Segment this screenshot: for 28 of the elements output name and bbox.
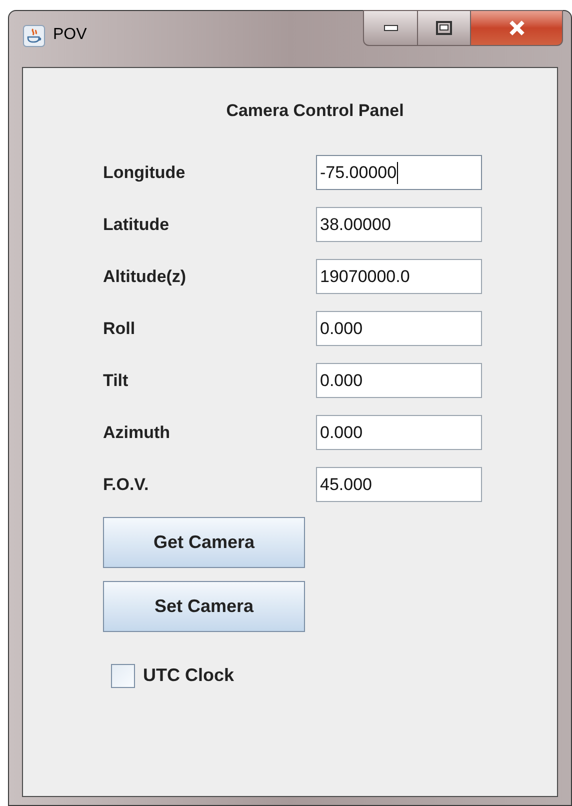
- panel-title: Camera Control Panel: [226, 100, 404, 122]
- text-cursor: [396, 162, 398, 184]
- minimize-button[interactable]: [363, 10, 418, 46]
- close-icon: [508, 20, 526, 36]
- field-label: Longitude: [103, 162, 186, 184]
- field-label: Roll: [103, 318, 136, 340]
- field-label: F.O.V.: [103, 474, 150, 496]
- camera-button[interactable]: Get Camera: [103, 517, 305, 568]
- input-field[interactable]: 38.00000: [316, 207, 482, 242]
- field-label: Azimuth: [103, 422, 172, 444]
- window-title: POV: [53, 27, 87, 43]
- maximize-button[interactable]: [418, 10, 471, 46]
- maximize-icon: [436, 21, 452, 35]
- close-button[interactable]: [471, 10, 563, 46]
- field-label: Altitude(z): [103, 266, 188, 288]
- checkbox-label: UTC Clock: [143, 664, 234, 687]
- input-field[interactable]: -75.00000: [316, 155, 482, 190]
- camera-button[interactable]: Set Camera: [103, 581, 305, 632]
- checkbox[interactable]: [111, 664, 135, 688]
- input-field[interactable]: 19070000.0: [316, 259, 482, 294]
- input-field[interactable]: 0.000: [316, 363, 482, 398]
- minimize-icon: [384, 25, 398, 31]
- input-field[interactable]: 45.000: [316, 467, 482, 502]
- input-field[interactable]: 0.000: [316, 415, 482, 450]
- java-cup-icon: [23, 25, 45, 47]
- field-label: Tilt: [103, 370, 130, 392]
- field-label: Latitude: [103, 214, 170, 236]
- input-field[interactable]: 0.000: [316, 311, 482, 346]
